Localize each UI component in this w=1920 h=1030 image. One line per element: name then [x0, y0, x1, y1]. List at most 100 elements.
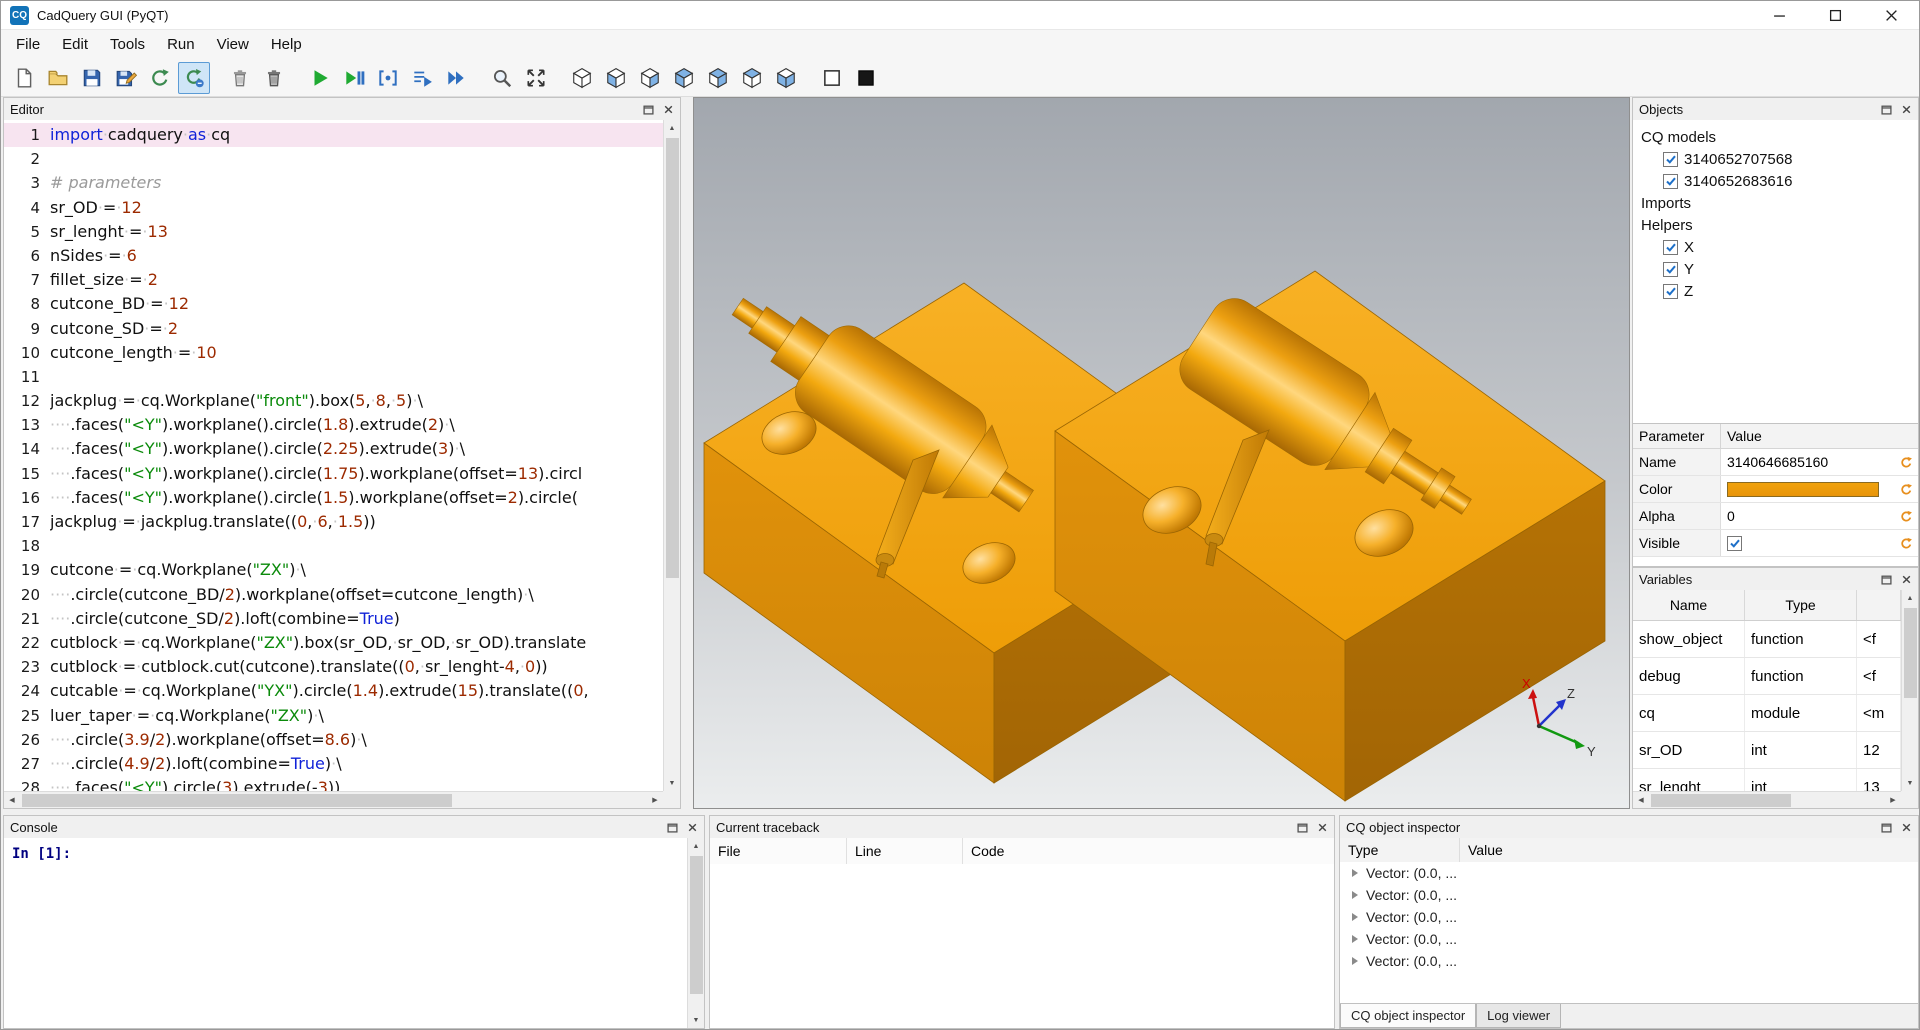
scrollbar-thumb[interactable] [690, 856, 703, 994]
tree-item-cq-models[interactable]: CQ models [1633, 126, 1918, 148]
front-view-button[interactable] [600, 62, 632, 94]
menu-tools[interactable]: Tools [99, 32, 156, 57]
editor-horizontal-scrollbar[interactable]: ◀ ▶ [4, 791, 663, 808]
step-next-button[interactable] [406, 62, 438, 94]
scroll-down-arrow[interactable]: ▼ [664, 775, 680, 791]
scroll-up-arrow[interactable]: ▲ [664, 120, 680, 136]
float-button[interactable] [664, 819, 680, 835]
save-as-button[interactable] [110, 62, 142, 94]
minimize-button[interactable] [1751, 1, 1807, 29]
scrollbar-thumb[interactable] [666, 138, 679, 578]
variable-row-cq[interactable]: cqmodule<m [1633, 695, 1901, 732]
viewport-3d[interactable]: X Z Y [693, 97, 1630, 809]
autoreload-toggle[interactable] [178, 62, 210, 94]
tree-item-y[interactable]: Y [1633, 258, 1918, 280]
scroll-up-arrow[interactable]: ▲ [1902, 590, 1918, 606]
reset-value-button[interactable] [1894, 503, 1918, 529]
property-value[interactable] [1721, 476, 1894, 502]
variable-row-debug[interactable]: debugfunction<f [1633, 658, 1901, 695]
menu-file[interactable]: File [5, 32, 51, 57]
scroll-down-arrow[interactable]: ▼ [1902, 775, 1918, 791]
console-vertical-scrollbar[interactable]: ▲ ▼ [687, 838, 704, 1028]
checkbox[interactable] [1727, 536, 1742, 551]
menu-help[interactable]: Help [260, 32, 313, 57]
scrollbar-thumb[interactable] [1904, 608, 1917, 698]
tree-item-3140652707568[interactable]: 3140652707568 [1633, 148, 1918, 170]
step-button[interactable] [372, 62, 404, 94]
checkbox[interactable] [1663, 284, 1678, 299]
checkbox[interactable] [1663, 240, 1678, 255]
expand-chevron-icon[interactable] [1352, 891, 1358, 899]
variable-row-sr_OD[interactable]: sr_ODint12 [1633, 732, 1901, 769]
back-view-button[interactable] [634, 62, 666, 94]
console-input-area[interactable]: In [1]: [4, 838, 687, 1028]
inspector-row[interactable]: Vector: (0.0, ... [1340, 950, 1918, 972]
left-view-button[interactable] [668, 62, 700, 94]
reset-value-button[interactable] [1894, 530, 1918, 556]
open-file-button[interactable] [42, 62, 74, 94]
float-button[interactable] [1878, 819, 1894, 835]
reload-button[interactable] [144, 62, 176, 94]
scroll-right-arrow[interactable]: ▶ [647, 792, 663, 808]
float-button[interactable] [1878, 101, 1894, 117]
inspector-row[interactable]: Vector: (0.0, ... [1340, 862, 1918, 884]
editor-vertical-scrollbar[interactable]: ▲ ▼ [663, 120, 680, 791]
reset-value-button[interactable] [1894, 449, 1918, 475]
property-value[interactable]: 0 [1721, 503, 1894, 529]
iso-view-button[interactable] [566, 62, 598, 94]
save-button[interactable] [76, 62, 108, 94]
traceback-list[interactable] [710, 864, 1334, 1028]
scroll-up-arrow[interactable]: ▲ [688, 838, 704, 854]
column-header[interactable] [1857, 590, 1901, 620]
color-swatch[interactable] [1727, 482, 1879, 497]
top-view-button[interactable] [736, 62, 768, 94]
scroll-right-arrow[interactable]: ▶ [1885, 792, 1901, 808]
tree-item-3140652683616[interactable]: 3140652683616 [1633, 170, 1918, 192]
continue-button[interactable] [440, 62, 472, 94]
expand-chevron-icon[interactable] [1352, 957, 1358, 965]
checkbox[interactable] [1663, 152, 1678, 167]
close-panel-button[interactable] [1898, 101, 1914, 117]
maximize-button[interactable] [1807, 1, 1863, 29]
bottom-view-button[interactable] [770, 62, 802, 94]
new-file-button[interactable] [8, 62, 40, 94]
inspector-row[interactable]: Vector: (0.0, ... [1340, 906, 1918, 928]
close-panel-button[interactable] [660, 101, 676, 117]
inspector-row[interactable]: Vector: (0.0, ... [1340, 928, 1918, 950]
code-editor[interactable]: 1import·cadquery·as·cq23# parameters4sr_… [4, 120, 663, 791]
tree-item-helpers[interactable]: Helpers [1633, 214, 1918, 236]
column-header[interactable]: Name [1633, 590, 1745, 620]
checkbox[interactable] [1663, 262, 1678, 277]
tree-item-x[interactable]: X [1633, 236, 1918, 258]
close-panel-button[interactable] [1314, 819, 1330, 835]
reset-value-button[interactable] [1894, 476, 1918, 502]
shaded-button[interactable] [850, 62, 882, 94]
checkbox[interactable] [1663, 174, 1678, 189]
tree-item-z[interactable]: Z [1633, 280, 1918, 302]
delete-button[interactable] [258, 62, 290, 94]
property-value[interactable] [1721, 530, 1894, 556]
close-panel-button[interactable] [684, 819, 700, 835]
float-button[interactable] [1294, 819, 1310, 835]
scroll-down-arrow[interactable]: ▼ [688, 1012, 704, 1028]
property-value[interactable]: 3140646685160 [1721, 449, 1894, 475]
variables-horizontal-scrollbar[interactable]: ◀ ▶ [1633, 791, 1901, 808]
expand-chevron-icon[interactable] [1352, 913, 1358, 921]
close-panel-button[interactable] [1898, 571, 1914, 587]
tab-log-viewer[interactable]: Log viewer [1476, 1004, 1561, 1028]
tree-item-imports[interactable]: Imports [1633, 192, 1918, 214]
scrollbar-thumb[interactable] [1651, 794, 1791, 807]
menu-edit[interactable]: Edit [51, 32, 99, 57]
variable-row-show_object[interactable]: show_objectfunction<f [1633, 621, 1901, 658]
menu-view[interactable]: View [206, 32, 260, 57]
render-button[interactable] [304, 62, 336, 94]
float-button[interactable] [640, 101, 656, 117]
fit-all-button[interactable] [520, 62, 552, 94]
float-button[interactable] [1878, 571, 1894, 587]
variable-row-sr_lenght[interactable]: sr_lenghtint13 [1633, 769, 1901, 791]
scroll-left-arrow[interactable]: ◀ [1633, 792, 1649, 808]
menu-run[interactable]: Run [156, 32, 206, 57]
clear-console-button[interactable] [224, 62, 256, 94]
wireframe-button[interactable] [816, 62, 848, 94]
zoom-fit-button[interactable] [486, 62, 518, 94]
